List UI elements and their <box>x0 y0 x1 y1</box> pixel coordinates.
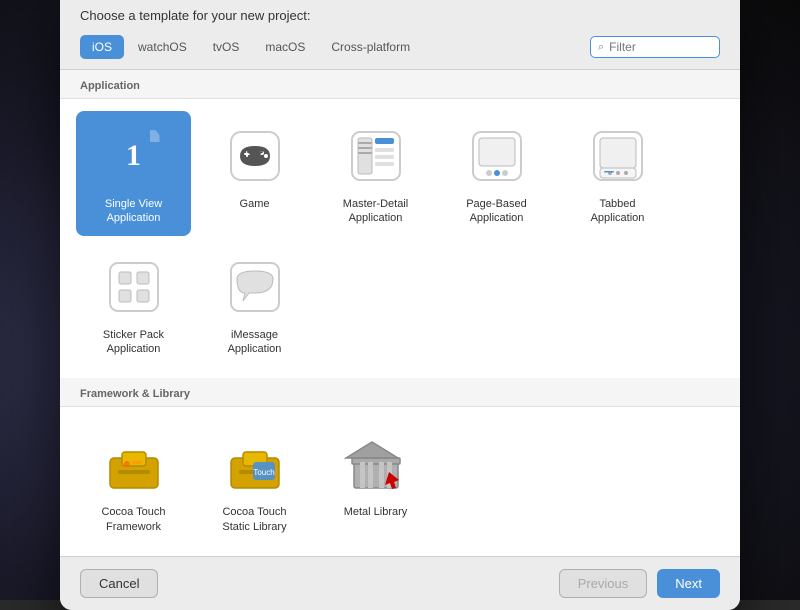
dialog-body: Application 1 Single ViewApplication <box>60 70 740 556</box>
template-metal-library[interactable]: Metal Library <box>318 419 433 544</box>
single-view-icon: 1 <box>99 121 169 191</box>
template-sticker-pack[interactable]: Sticker PackApplication <box>76 242 191 367</box>
filter-icon: ⌕ <box>598 41 604 54</box>
cancel-button[interactable]: Cancel <box>80 569 158 598</box>
dialog-header: Choose a template for your new project: … <box>60 0 740 70</box>
page-based-icon <box>462 121 532 191</box>
template-tabbed[interactable]: TabbedApplication <box>560 111 675 236</box>
new-project-dialog: Choose a template for your new project: … <box>60 0 740 610</box>
game-icon <box>220 121 290 191</box>
template-page-based[interactable]: Page-BasedApplication <box>439 111 554 236</box>
tab-cross-platform[interactable]: Cross-platform <box>319 35 422 59</box>
page-based-label: Page-BasedApplication <box>466 197 527 226</box>
tabs-row: iOS watchOS tvOS macOS Cross-platform ⌕ <box>80 35 720 59</box>
cocoa-touch-framework-icon <box>99 429 169 499</box>
tabbed-icon <box>583 121 653 191</box>
tab-ios[interactable]: iOS <box>80 35 124 59</box>
filter-input[interactable] <box>609 40 712 54</box>
tab-tvos[interactable]: tvOS <box>201 35 252 59</box>
nav-buttons: Previous Next <box>559 569 720 598</box>
cocoa-touch-static-icon: Touch <box>220 429 290 499</box>
metal-library-label: Metal Library <box>344 505 408 519</box>
master-detail-icon <box>341 121 411 191</box>
template-game[interactable]: Game <box>197 111 312 236</box>
application-section-header: Application <box>60 70 740 99</box>
dialog-footer: Cancel Previous Next <box>60 556 740 610</box>
template-single-view[interactable]: 1 Single ViewApplication <box>76 111 191 236</box>
single-view-label: Single ViewApplication <box>105 197 162 226</box>
master-detail-label: Master-DetailApplication <box>343 197 408 226</box>
previous-button[interactable]: Previous <box>559 569 648 598</box>
sticker-pack-icon <box>99 252 169 322</box>
cocoa-touch-static-label: Cocoa TouchStatic Library <box>222 505 286 534</box>
template-cocoa-touch-framework[interactable]: Cocoa TouchFramework <box>76 419 191 544</box>
filter-box: ⌕ <box>590 36 720 58</box>
tabbed-label: TabbedApplication <box>591 197 645 226</box>
svg-text:Touch: Touch <box>253 468 274 477</box>
next-button[interactable]: Next <box>657 569 720 598</box>
template-master-detail[interactable]: Master-DetailApplication <box>318 111 433 236</box>
template-imessage[interactable]: iMessageApplication <box>197 242 312 367</box>
cocoa-touch-framework-label: Cocoa TouchFramework <box>101 505 165 534</box>
game-label: Game <box>240 197 270 211</box>
dialog-title: Choose a template for your new project: <box>80 8 720 23</box>
tab-watchos[interactable]: watchOS <box>126 35 199 59</box>
imessage-label: iMessageApplication <box>228 328 282 357</box>
tab-bar: iOS watchOS tvOS macOS Cross-platform <box>80 35 590 59</box>
application-templates-grid: 1 Single ViewApplication <box>60 99 740 378</box>
framework-section-header: Framework & Library <box>60 378 740 407</box>
tab-macos[interactable]: macOS <box>253 35 317 59</box>
metal-library-icon <box>341 429 411 499</box>
sticker-pack-label: Sticker PackApplication <box>103 328 164 357</box>
imessage-icon <box>220 252 290 322</box>
framework-templates-grid: Cocoa TouchFramework Touch Cocoa TouchSt… <box>60 407 740 556</box>
template-cocoa-touch-static[interactable]: Touch Cocoa TouchStatic Library <box>197 419 312 544</box>
